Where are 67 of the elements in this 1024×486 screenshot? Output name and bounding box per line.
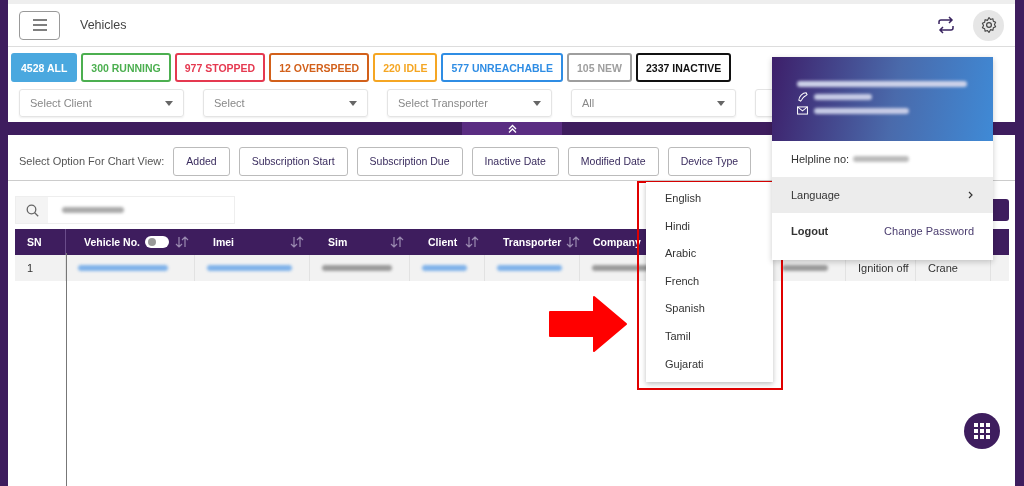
blurred-text — [322, 265, 392, 271]
dropdown-caret-icon — [533, 100, 541, 106]
dropdown-caret-icon — [165, 100, 173, 106]
blurred-text — [814, 93, 872, 100]
blurred-text — [782, 265, 828, 271]
table-cell: 1 — [27, 262, 34, 274]
filter-select[interactable]: Select Transporter — [387, 89, 552, 117]
search-icon — [25, 203, 39, 217]
dropdown-caret-icon — [349, 100, 357, 106]
filter-select[interactable]: Select Client — [19, 89, 184, 117]
column-header[interactable]: SN — [27, 236, 42, 248]
pointer-arrow-icon — [548, 295, 628, 353]
mail-icon — [797, 106, 808, 115]
settings-icon — [979, 16, 998, 34]
sort-icon[interactable] — [290, 236, 304, 248]
language-option[interactable]: Hindi — [646, 212, 773, 241]
status-filter[interactable]: 977 STOPPED — [174, 53, 266, 82]
column-header[interactable]: Imei — [213, 236, 234, 248]
language-option[interactable]: Arabic — [646, 240, 773, 268]
sort-icon[interactable] — [465, 236, 479, 248]
status-filter[interactable]: 577 UNREACHABLE — [441, 53, 563, 82]
language-option[interactable]: French — [646, 267, 773, 296]
language-option[interactable]: Tamil — [646, 322, 773, 351]
table-cell: Ignition off — [858, 262, 909, 274]
filter-select[interactable]: Select — [203, 89, 368, 117]
blurred-text — [853, 156, 910, 162]
sort-icon[interactable] — [175, 236, 189, 248]
collapse-tab[interactable] — [462, 122, 562, 135]
column-header[interactable]: Transporter — [503, 236, 562, 248]
status-filter[interactable]: 12 OVERSPEED — [269, 53, 370, 82]
grid-icon — [974, 423, 990, 439]
helpline-label: Helpline no: — [791, 153, 850, 165]
swap-icon[interactable] — [936, 16, 956, 34]
page-title: Vehicles — [80, 18, 127, 32]
column-header[interactable]: Vehicle No. — [84, 236, 141, 248]
column-header[interactable]: Client — [428, 236, 458, 248]
status-filter[interactable]: 2337 INACTIVE — [635, 53, 732, 82]
phone-icon — [797, 91, 808, 102]
language-option[interactable]: Spanish — [646, 295, 773, 323]
settings-button[interactable] — [973, 9, 1004, 41]
search-field[interactable] — [15, 196, 235, 224]
toggle-switch[interactable] — [145, 236, 170, 248]
chart-option-button[interactable]: Inactive Date — [471, 146, 559, 176]
chart-option-button[interactable]: Added — [173, 146, 230, 176]
collapse-icon — [507, 124, 517, 133]
blurred-text — [62, 207, 124, 213]
sort-icon[interactable] — [566, 236, 581, 248]
blurred-text — [497, 265, 562, 271]
chart-option-button[interactable]: Device Type — [667, 146, 752, 176]
logout-link[interactable]: Logout — [791, 225, 829, 237]
language-menu-item[interactable]: Language — [772, 177, 993, 213]
chart-option-button[interactable]: Subscription Start — [238, 146, 348, 176]
filter-select[interactable]: All — [571, 89, 736, 117]
menu-icon — [31, 19, 48, 31]
chevron-right-icon — [968, 191, 974, 199]
language-option[interactable]: English — [646, 185, 773, 213]
menu-button[interactable] — [19, 10, 60, 40]
chart-option-button[interactable]: Modified Date — [567, 146, 659, 176]
column-header[interactable]: Sim — [328, 236, 348, 248]
chart-view-label: Select Option For Chart View: — [19, 155, 165, 167]
change-password-link[interactable]: Change Password — [884, 225, 974, 237]
language-option[interactable]: Gujarati — [646, 350, 773, 379]
table-cell: Crane — [928, 262, 958, 274]
chart-option-button[interactable]: Subscription Due — [356, 146, 463, 176]
sort-icon[interactable] — [390, 236, 404, 248]
dropdown-caret-icon — [717, 100, 725, 106]
blurred-text — [422, 265, 467, 271]
